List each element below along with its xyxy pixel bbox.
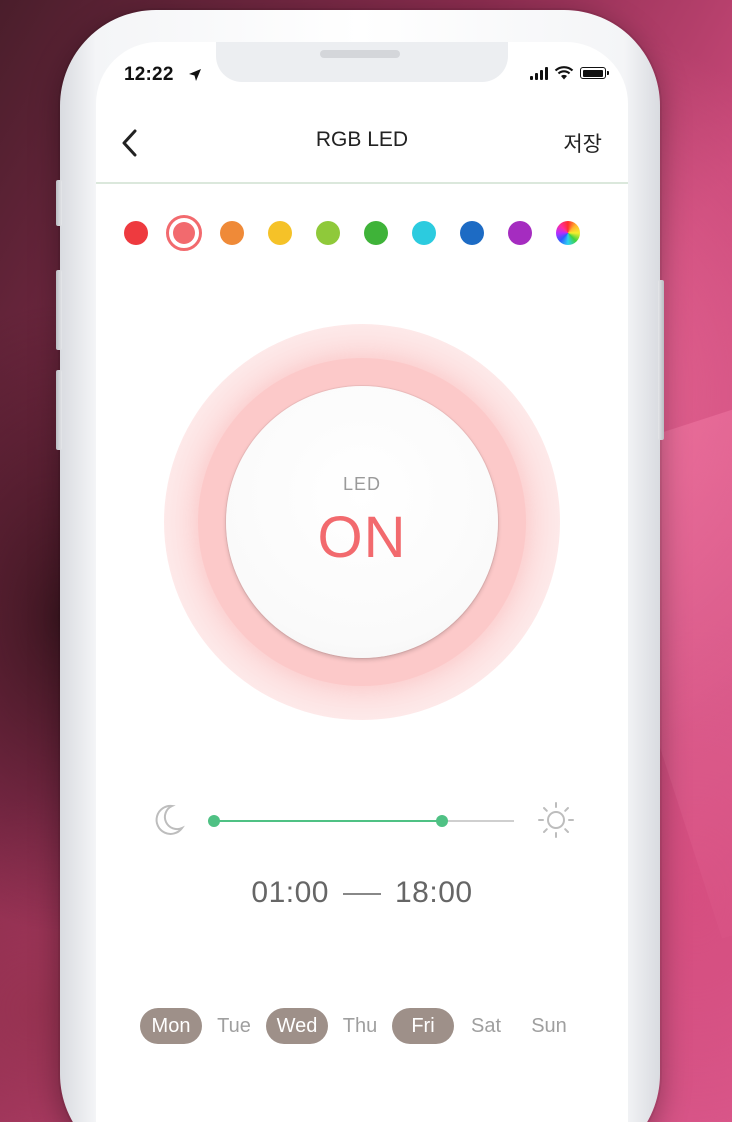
color-swatch-purple[interactable] xyxy=(508,221,532,245)
led-label: LED xyxy=(342,474,381,494)
time-range-label: 01:00 18:00 xyxy=(96,876,628,910)
battery-icon xyxy=(580,67,609,79)
color-palette xyxy=(124,215,592,252)
selected-color-dot xyxy=(173,222,195,244)
navigation-bar: RGB LED 저장 xyxy=(96,104,628,184)
led-dial: LED ON xyxy=(164,324,560,720)
power-button xyxy=(658,280,664,440)
start-time: 01:00 xyxy=(251,876,329,909)
color-swatch-orange[interactable] xyxy=(220,221,244,245)
slider-fill xyxy=(214,820,442,822)
save-button[interactable]: 저장 xyxy=(563,128,602,158)
time-range-slider[interactable] xyxy=(208,815,514,827)
led-power-button[interactable]: LED ON xyxy=(226,386,498,658)
day-sun[interactable]: Sun xyxy=(518,1008,580,1044)
color-swatch-green[interactable] xyxy=(364,221,388,245)
color-swatch-coral[interactable] xyxy=(166,215,202,251)
color-swatch-rainbow[interactable] xyxy=(556,221,580,245)
phone-frame: 12:22 RGB LED 저장 LED ON 01:00 18:00 Mon … xyxy=(56,10,664,1122)
end-time: 18:00 xyxy=(395,876,473,909)
volume-down-button xyxy=(56,370,62,450)
color-swatch-red[interactable] xyxy=(124,221,148,245)
day-mon[interactable]: Mon xyxy=(140,1008,202,1044)
mute-switch xyxy=(56,180,62,226)
color-swatch-lime[interactable] xyxy=(316,221,340,245)
notch xyxy=(216,42,508,82)
day-tue[interactable]: Tue xyxy=(203,1008,265,1044)
day-thu[interactable]: Thu xyxy=(329,1008,391,1044)
color-swatch-blue[interactable] xyxy=(460,221,484,245)
weekday-selector: Mon Tue Wed Thu Fri Sat Sun xyxy=(140,1008,584,1046)
cellular-signal-icon xyxy=(530,66,548,80)
day-wed[interactable]: Wed xyxy=(266,1008,328,1044)
moon-icon xyxy=(155,804,185,835)
status-time: 12:22 xyxy=(124,64,174,85)
day-fri[interactable]: Fri xyxy=(392,1008,454,1044)
start-time-handle[interactable] xyxy=(208,815,220,827)
color-swatch-cyan[interactable] xyxy=(412,221,436,245)
color-swatch-yellow[interactable] xyxy=(268,221,292,245)
end-time-handle[interactable] xyxy=(436,815,448,827)
location-arrow-icon xyxy=(189,69,201,81)
volume-up-button xyxy=(56,270,62,350)
status-icons xyxy=(530,66,609,80)
speaker-grille xyxy=(320,50,400,58)
range-dash xyxy=(343,893,381,896)
page-title: RGB LED xyxy=(315,128,409,151)
wifi-icon xyxy=(554,66,574,80)
led-state: ON xyxy=(317,505,407,570)
sun-icon xyxy=(538,802,574,838)
phone-screen: 12:22 RGB LED 저장 LED ON 01:00 18:00 Mon … xyxy=(96,42,628,1122)
day-sat[interactable]: Sat xyxy=(455,1008,517,1044)
